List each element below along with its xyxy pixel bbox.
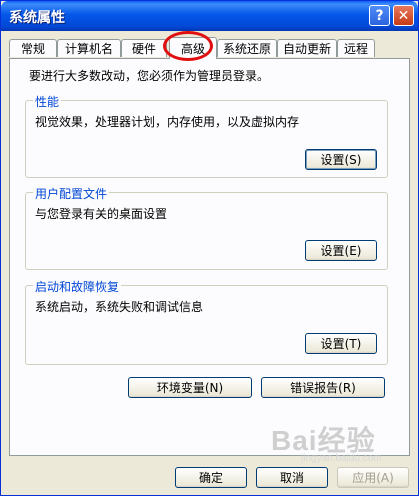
tab-advanced[interactable]: 高级: [169, 37, 217, 59]
tab-general[interactable]: 常规: [9, 39, 57, 57]
tab-auto-update[interactable]: 自动更新: [277, 39, 337, 57]
tab-remote[interactable]: 远程: [337, 39, 375, 57]
advanced-panel: 要进行大多数改动，您必须作为管理员登录。 性能 视觉效果，处理器计划，内存使用，…: [9, 58, 410, 456]
cancel-button[interactable]: 取消: [256, 467, 328, 488]
apply-button[interactable]: 应用(A): [337, 467, 409, 488]
performance-description: 视觉效果，处理器计划，内存使用，以及虚拟内存: [35, 115, 300, 129]
title-bar[interactable]: 系统属性 ? ✕: [1, 1, 418, 31]
close-button[interactable]: ✕: [393, 5, 414, 26]
performance-settings-button[interactable]: 设置(S): [305, 149, 377, 170]
startup-recovery-group: 启动和故障恢复 系统启动，系统失败和调试信息 设置(T): [25, 278, 388, 365]
help-button[interactable]: ?: [369, 5, 390, 26]
watermark-url: jingyan.baidu.com: [301, 453, 382, 464]
error-reporting-button[interactable]: 错误报告(R): [261, 377, 385, 398]
performance-group: 性能 视觉效果，处理器计划，内存使用，以及虚拟内存 设置(S): [25, 93, 388, 178]
startup-recovery-description: 系统启动，系统失败和调试信息: [35, 300, 204, 314]
user-profiles-legend: 用户配置文件: [33, 185, 110, 202]
startup-recovery-settings-button[interactable]: 设置(T): [305, 333, 377, 354]
user-profiles-group: 用户配置文件 与您登录有关的桌面设置 设置(E): [25, 185, 388, 270]
window-title: 系统属性: [9, 10, 65, 26]
performance-legend: 性能: [33, 93, 62, 110]
tab-hardware[interactable]: 硬件: [121, 39, 167, 57]
ok-button[interactable]: 确定: [175, 467, 247, 488]
tab-computer-name[interactable]: 计算机名: [57, 39, 121, 57]
admin-notice: 要进行大多数改动，您必须作为管理员登录。: [29, 69, 270, 83]
help-icon: ?: [375, 7, 384, 24]
startup-recovery-legend: 启动和故障恢复: [33, 278, 122, 295]
environment-variables-button[interactable]: 环境变量(N): [128, 377, 252, 398]
close-icon: ✕: [397, 7, 410, 24]
user-profiles-settings-button[interactable]: 设置(E): [305, 240, 377, 261]
system-properties-window: 系统属性 ? ✕ 常规 计算机名 硬件 高级 系统还原 自动更新 远程 要进行大…: [0, 0, 419, 496]
user-profiles-description: 与您登录有关的桌面设置: [35, 207, 168, 221]
tab-system-restore[interactable]: 系统还原: [217, 39, 277, 57]
